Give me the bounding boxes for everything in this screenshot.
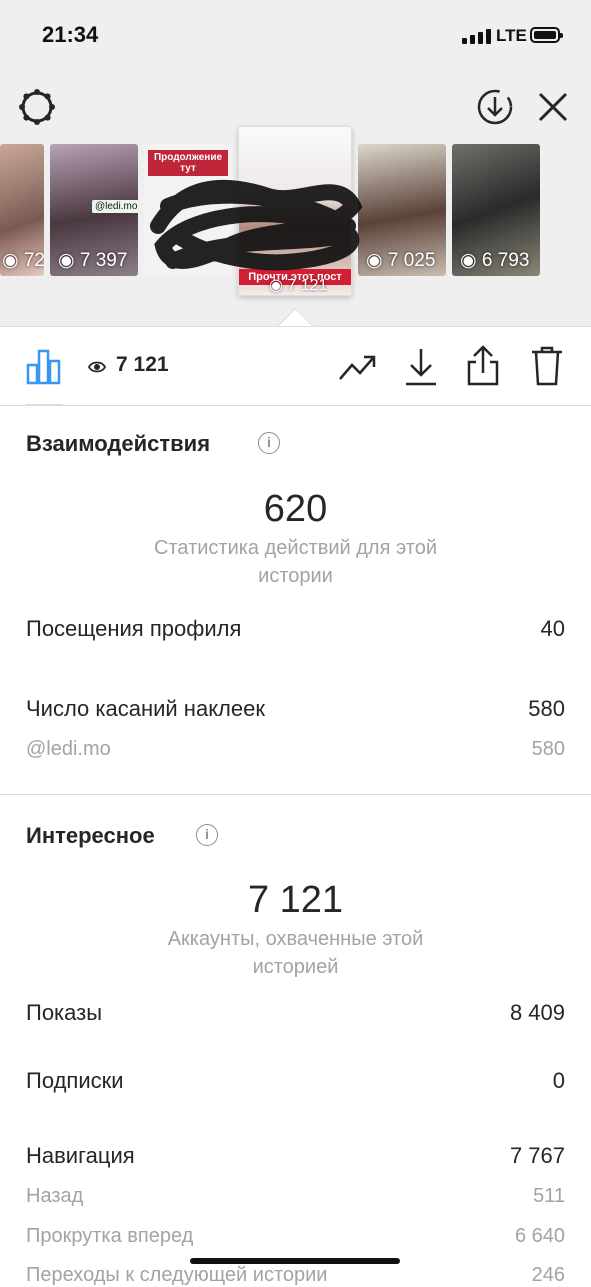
info-icon[interactable]: i xyxy=(196,824,218,846)
story-thumbnails-strip: ◉ 727 @ledi.mo ◉ 7 397 Продолжение тут П… xyxy=(0,126,591,306)
stat-value: 0 xyxy=(552,1068,565,1093)
thumbnail-views: ◉ 727 xyxy=(2,250,44,271)
stat-row: Посещения профиля 40 xyxy=(26,616,565,642)
save-story-icon[interactable] xyxy=(476,88,514,126)
stat-value: 40 xyxy=(540,616,565,641)
interactions-total: 620 xyxy=(263,488,328,530)
stat-label: Прокрутка вперед xyxy=(26,1225,194,1247)
stat-value: 246 xyxy=(531,1264,565,1286)
stat-subrow: Прокрутка вперед 6 640 xyxy=(26,1225,565,1248)
insights-bar-chart-icon[interactable] xyxy=(26,349,62,385)
signal-icon xyxy=(462,28,492,44)
story-thumbnail[interactable]: ◉ 6 793 xyxy=(452,144,540,276)
stat-value: 580 xyxy=(531,738,565,760)
stat-value: 511 xyxy=(533,1185,565,1207)
stat-row: Число касаний наклеек 580 xyxy=(26,696,565,722)
network-type: LTE xyxy=(496,26,527,45)
settings-gear-icon[interactable] xyxy=(18,88,56,126)
stat-subrow: Назад 511 xyxy=(26,1185,565,1208)
interactions-caption: Статистика действий для этой истории xyxy=(154,537,437,587)
interactions-title: Взаимодействия xyxy=(26,431,211,456)
story-thumbnail[interactable]: @ledi.mo ◉ 7 397 xyxy=(50,144,138,276)
thumbnail-views: ◉ 7 025 xyxy=(366,250,436,271)
story-thumbnail[interactable]: ◉ 7 025 xyxy=(358,144,446,276)
stat-label: Посещения профиля xyxy=(26,616,242,641)
stat-label: Показы xyxy=(26,1000,103,1025)
toolbar-views-count: 7 121 xyxy=(116,353,169,376)
info-icon[interactable]: i xyxy=(258,432,280,454)
thumbnail-views: ◉ 6 793 xyxy=(460,250,530,271)
thumbnail-sticker: @ledi.mo xyxy=(92,200,138,213)
stat-subrow: @ledi.mo 580 xyxy=(26,738,565,761)
stat-row: Подписки 0 xyxy=(26,1068,565,1094)
share-icon[interactable] xyxy=(466,345,500,387)
thumbnail-views: ◉ 7 397 xyxy=(58,250,128,271)
stat-label: Подписки xyxy=(26,1068,124,1093)
discovery-total: 7 121 xyxy=(247,879,344,921)
stat-label: Число касаний наклеек xyxy=(26,696,265,721)
eye-icon xyxy=(87,361,107,373)
promote-trend-icon[interactable] xyxy=(338,351,378,383)
download-icon[interactable] xyxy=(404,347,438,387)
stat-label: @ledi.mo xyxy=(26,738,111,760)
stat-value: 6 640 xyxy=(514,1225,565,1247)
stat-subrow: Переходы к следующей истории 246 xyxy=(26,1264,565,1287)
stat-value: 8 409 xyxy=(509,1000,565,1025)
status-bar: 21:34 LTE xyxy=(0,0,591,72)
stat-row: Показы 8 409 xyxy=(26,1000,565,1026)
section-divider xyxy=(0,794,591,795)
stat-label: Навигация xyxy=(26,1143,135,1168)
status-time: 21:34 xyxy=(42,22,99,47)
toolbar-views: 7 121 xyxy=(87,353,169,377)
stat-label: Переходы к следующей истории xyxy=(26,1264,328,1286)
story-toolbar: 7 121 xyxy=(0,326,591,406)
battery-icon xyxy=(530,27,563,43)
discovery-title: Интересное xyxy=(26,823,155,848)
stat-value: 580 xyxy=(528,696,565,721)
redaction-scribble xyxy=(150,179,363,271)
tab-underline xyxy=(26,404,63,406)
home-indicator[interactable] xyxy=(190,1258,400,1264)
close-icon[interactable] xyxy=(536,90,570,124)
delete-trash-icon[interactable] xyxy=(530,345,564,387)
stat-row: Навигация 7 767 xyxy=(26,1143,565,1169)
stat-value: 7 767 xyxy=(509,1143,565,1168)
discovery-caption: Аккаунты, охваченные этой историей xyxy=(167,928,424,978)
story-thumbnail[interactable]: ◉ 727 xyxy=(0,144,44,276)
stat-label: Назад xyxy=(26,1185,84,1207)
